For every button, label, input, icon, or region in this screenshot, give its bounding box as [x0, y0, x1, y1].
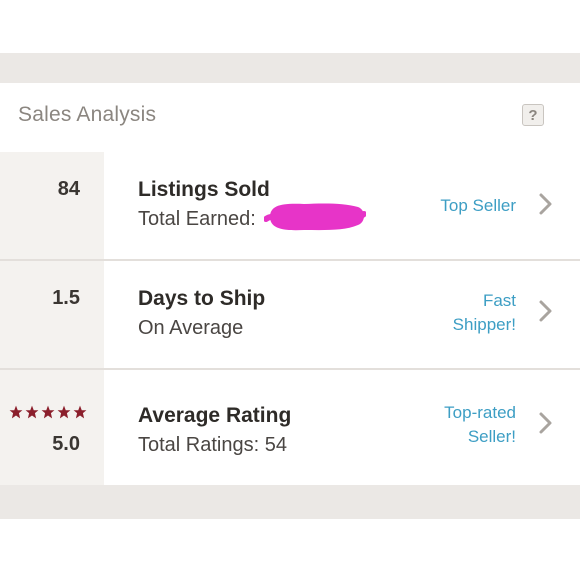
badge-line: Fast [482, 291, 516, 310]
row-subtitle: On Average [138, 317, 244, 339]
star-icon [73, 405, 87, 419]
metric-column: 84 [0, 152, 104, 259]
star-icon [25, 405, 39, 419]
row-title: Listings Sold [138, 178, 270, 201]
metric-value: 5.0 [52, 433, 80, 455]
bottom-band [0, 485, 580, 519]
badge-line: Shipper! [452, 315, 516, 334]
metric-column: 5.0 [0, 370, 104, 485]
badge-top-rated[interactable]: Top-rated Seller! [444, 401, 516, 449]
question-icon: ? [528, 106, 538, 124]
chevron-right-icon[interactable] [536, 411, 556, 435]
metric-value: 1.5 [52, 287, 80, 309]
star-icon [9, 405, 23, 419]
badge-line: Top Seller [440, 196, 516, 215]
row-days-to-ship[interactable]: 1.5 Days to Ship On Average Fast Shipper… [0, 261, 580, 370]
help-button[interactable]: ? [522, 104, 544, 126]
badge-line: Top-rated [444, 403, 516, 422]
panel-header: Sales Analysis ? [0, 83, 580, 154]
row-title: Average Rating [138, 404, 292, 427]
badge-fast-shipper[interactable]: Fast Shipper! [453, 289, 516, 337]
redaction-scribble [264, 203, 366, 231]
metric-column: 1.5 [0, 261, 104, 368]
badge-top-seller[interactable]: Top Seller [440, 194, 516, 218]
row-title: Days to Ship [138, 287, 266, 310]
metric-value: 84 [57, 178, 80, 200]
chevron-right-icon[interactable] [536, 299, 556, 323]
panel-title: Sales Analysis [18, 103, 157, 126]
sales-analysis-panel: Sales Analysis ? 84 Listings Sold Total … [0, 83, 580, 485]
star-icon [41, 405, 55, 419]
chevron-right-icon[interactable] [536, 192, 556, 216]
row-average-rating[interactable]: 5.0 Average Rating Total Ratings: 54 Top… [0, 370, 580, 485]
star-icon [57, 405, 71, 419]
top-band [0, 53, 580, 83]
star-rating [9, 405, 87, 419]
row-subtitle: Total Ratings: 54 [138, 434, 287, 456]
badge-line: Seller! [467, 427, 516, 446]
row-subtitle: Total Earned: [138, 208, 256, 230]
